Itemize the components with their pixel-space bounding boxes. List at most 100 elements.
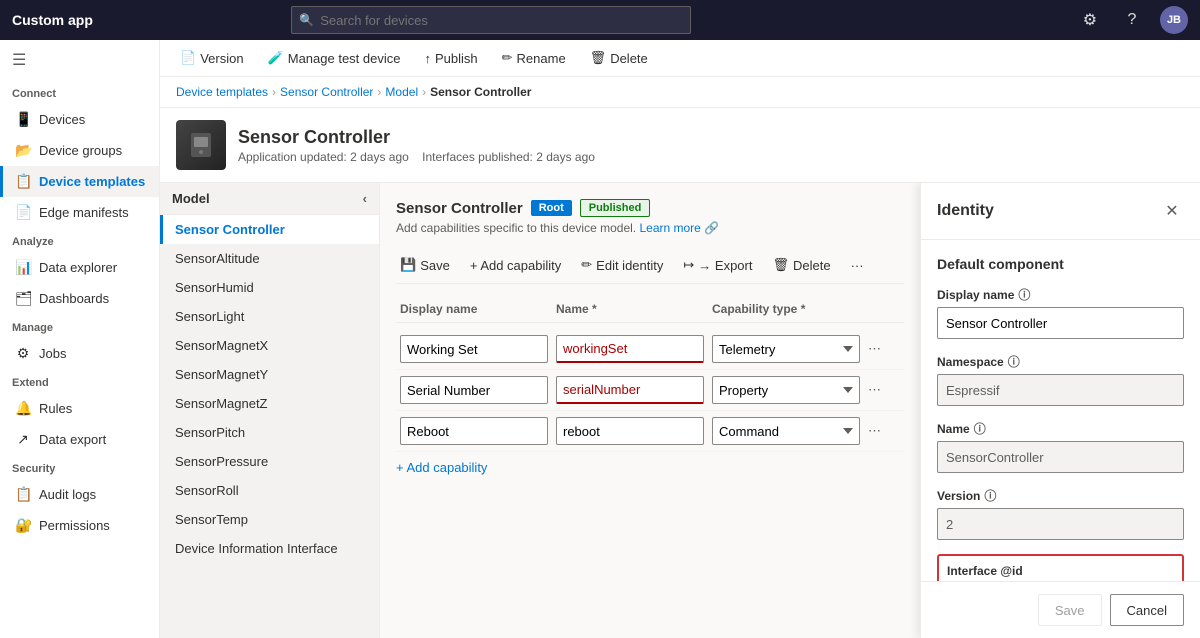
tree-item-sensor-humid[interactable]: SensorHumid	[160, 273, 379, 302]
settings-icon[interactable]: ⚙	[1076, 6, 1104, 34]
device-avatar-image	[186, 130, 216, 160]
export-button[interactable]: ↦ → Export	[679, 255, 756, 275]
display-name-input-3[interactable]	[400, 417, 548, 445]
row-info-icon-3[interactable]: ⋯	[868, 423, 900, 439]
breadcrumb-device-templates[interactable]: Device templates	[176, 85, 268, 99]
save-icon: 💾	[400, 257, 416, 273]
edit-identity-button[interactable]: ✏ Edit identity	[577, 255, 667, 275]
name-input-3[interactable]	[556, 417, 704, 445]
help-icon[interactable]: ?	[1118, 6, 1146, 34]
rules-icon: 🔔	[15, 400, 31, 417]
tree-item-sensor-magnety[interactable]: SensorMagnetY	[160, 360, 379, 389]
capability-table-header: Display name Name * Capability type *	[396, 296, 904, 323]
edit-identity-icon: ✏	[581, 257, 592, 273]
hamburger-icon[interactable]: ☰	[0, 40, 159, 80]
search-icon: 🔍	[299, 13, 314, 27]
sidebar-item-rules[interactable]: 🔔 Rules	[0, 393, 159, 424]
avatar[interactable]: JB	[1160, 6, 1188, 34]
tree-item-sensor-magnetz[interactable]: SensorMagnetZ	[160, 389, 379, 418]
capability-header: Sensor Controller Root Published	[396, 199, 904, 217]
delete-icon: 🗑	[590, 50, 607, 66]
breadcrumb-sensor-controller[interactable]: Sensor Controller	[280, 85, 373, 99]
sidebar-item-dashboards[interactable]: 🗂 Dashboards	[0, 283, 159, 314]
content-toolbar: 📄 Version 🧪 Manage test device ↑ Publish…	[160, 40, 1200, 77]
model-tree-collapse-icon[interactable]: ‹	[363, 191, 367, 206]
app-title: Custom app	[12, 12, 93, 28]
namespace-info-icon[interactable]: ⓘ	[1008, 353, 1020, 370]
main-content: 📄 Version 🧪 Manage test device ↑ Publish…	[160, 40, 1200, 638]
more-options-button[interactable]: ···	[847, 256, 868, 275]
name-info-icon[interactable]: ⓘ	[974, 420, 986, 437]
tree-item-sensor-light[interactable]: SensorLight	[160, 302, 379, 331]
save-capability-button[interactable]: 💾 Save	[396, 255, 454, 275]
identity-close-button[interactable]: ✕	[1160, 199, 1184, 223]
name-input-2[interactable]	[556, 376, 704, 404]
device-groups-icon: 📂	[15, 142, 31, 159]
publish-icon: ↑	[424, 51, 431, 66]
capability-type-select-3[interactable]: Telemetry Property Command	[712, 417, 860, 445]
identity-cancel-button[interactable]: Cancel	[1110, 594, 1184, 626]
export-icon: ↦	[683, 257, 694, 273]
delete-button[interactable]: 🗑 Delete	[586, 48, 652, 68]
model-tree: Model ‹ Sensor Controller SensorAltitude…	[160, 183, 380, 638]
tree-item-sensor-pitch[interactable]: SensorPitch	[160, 418, 379, 447]
identity-panel-body: Default component Display name ⓘ Namespa…	[921, 240, 1200, 581]
search-input[interactable]	[291, 6, 691, 34]
version-icon: 📄	[180, 50, 196, 66]
learn-more-link[interactable]: Learn more	[639, 221, 700, 235]
tree-item-sensor-roll[interactable]: SensorRoll	[160, 476, 379, 505]
sidebar-item-permissions[interactable]: 🔐 Permissions	[0, 510, 159, 541]
tree-item-sensor-altitude[interactable]: SensorAltitude	[160, 244, 379, 273]
tree-item-sensor-magnetx[interactable]: SensorMagnetX	[160, 331, 379, 360]
sidebar-section-security: Security	[0, 455, 159, 479]
sidebar-section-connect: Connect	[0, 80, 159, 104]
manage-test-device-button[interactable]: 🧪 Manage test device	[264, 48, 405, 68]
sidebar-item-devices[interactable]: 📱 Devices	[0, 104, 159, 135]
add-capability-button[interactable]: + Add capability	[396, 460, 904, 475]
display-name-field[interactable]	[937, 307, 1184, 339]
display-name-info-icon[interactable]: ⓘ	[1018, 286, 1030, 303]
version-field[interactable]	[937, 508, 1184, 540]
tree-item-sensor-controller[interactable]: Sensor Controller	[160, 215, 379, 244]
breadcrumb-model[interactable]: Model	[385, 85, 418, 99]
publish-button[interactable]: ↑ Publish	[420, 49, 481, 68]
display-name-input-1[interactable]	[400, 335, 548, 363]
capability-type-select-2[interactable]: Telemetry Property Command	[712, 376, 860, 404]
devices-icon: 📱	[15, 111, 31, 128]
version-label: Version ⓘ	[937, 487, 1184, 504]
sidebar-item-data-explorer[interactable]: 📊 Data explorer	[0, 252, 159, 283]
sidebar-item-data-export[interactable]: ↗ Data export	[0, 424, 159, 455]
capability-type-select-1[interactable]: Telemetry Property Command	[712, 335, 860, 363]
field-group-display-name: Display name ⓘ	[937, 286, 1184, 339]
rename-button[interactable]: ✏ Rename	[498, 48, 570, 68]
sidebar-item-jobs[interactable]: ⚙ Jobs	[0, 338, 159, 369]
sidebar-item-audit-logs[interactable]: 📋 Audit logs	[0, 479, 159, 510]
add-capability-toolbar-button[interactable]: + Add capability	[466, 256, 565, 275]
display-name-input-2[interactable]	[400, 376, 548, 404]
sidebar: ☰ Connect 📱 Devices 📂 Device groups 📋 De…	[0, 40, 160, 638]
sidebar-section-manage: Manage	[0, 314, 159, 338]
badge-published: Published	[580, 199, 651, 217]
table-row: Telemetry Property Command ⋯	[396, 370, 904, 411]
version-button[interactable]: 📄 Version	[176, 48, 248, 68]
sidebar-item-device-groups[interactable]: 📂 Device groups	[0, 135, 159, 166]
row-info-icon-1[interactable]: ⋯	[868, 341, 900, 357]
name-input-1[interactable]	[556, 335, 704, 363]
tree-item-device-info[interactable]: Device Information Interface	[160, 534, 379, 563]
namespace-field[interactable]	[937, 374, 1184, 406]
sidebar-item-device-templates[interactable]: 📋 Device templates	[0, 166, 159, 197]
delete-capability-button[interactable]: 🗑 Delete	[768, 255, 834, 275]
name-field[interactable]	[937, 441, 1184, 473]
identity-section-title: Default component	[937, 256, 1184, 272]
badge-root: Root	[531, 200, 572, 216]
version-info-icon[interactable]: ⓘ	[984, 487, 996, 504]
tree-item-sensor-pressure[interactable]: SensorPressure	[160, 447, 379, 476]
row-info-icon-2[interactable]: ⋯	[868, 382, 900, 398]
device-meta: Application updated: 2 days ago Interfac…	[238, 150, 595, 164]
identity-save-button[interactable]: Save	[1038, 594, 1102, 626]
sidebar-item-edge-manifests[interactable]: 📄 Edge manifests	[0, 197, 159, 228]
breadcrumb-current: Sensor Controller	[430, 85, 531, 99]
tree-item-sensor-temp[interactable]: SensorTemp	[160, 505, 379, 534]
field-group-name: Name ⓘ	[937, 420, 1184, 473]
field-group-version: Version ⓘ	[937, 487, 1184, 540]
